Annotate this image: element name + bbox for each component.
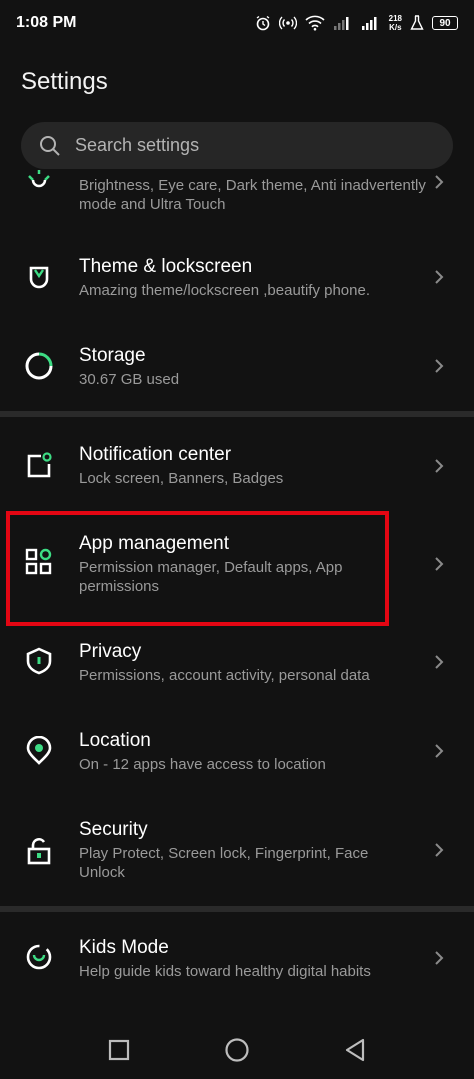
square-icon [108, 1039, 130, 1060]
settings-item-title: Security [79, 819, 148, 840]
settings-item-privacy[interactable]: Privacy Permissions, account activity, p… [0, 624, 474, 704]
back-button[interactable] [341, 1036, 369, 1064]
flask-icon [410, 15, 424, 30]
notification-icon [24, 451, 54, 481]
settings-item-subtitle: Amazing theme/lockscreen ,beautify phone… [79, 282, 370, 299]
section-divider [0, 411, 474, 417]
settings-item-title: Location [79, 730, 151, 751]
alarm-icon [256, 15, 270, 31]
settings-item-subtitle: Play Protect, Screen lock, Fingerprint, … [79, 845, 369, 881]
settings-item-subtitle: Permissions, account activity, personal … [79, 667, 370, 684]
chevron-right-icon [435, 359, 444, 373]
network-speed: 218 K/s [388, 14, 402, 32]
settings-item-notification-center[interactable]: Notification center Lock screen, Banners… [0, 427, 474, 507]
display-icon [24, 170, 54, 196]
location-icon [24, 736, 54, 766]
chevron-right-icon [435, 557, 444, 571]
section-divider [0, 906, 474, 912]
settings-item-title: App management [79, 533, 229, 554]
storage-icon [24, 351, 54, 381]
chevron-right-icon [435, 951, 444, 965]
triangle-back-icon [345, 1038, 365, 1061]
settings-item-subtitle: On - 12 apps have access to location [79, 756, 326, 773]
settings-item-storage[interactable]: Storage 30.67 GB used [0, 328, 474, 408]
chevron-right-icon [435, 175, 444, 189]
chevron-right-icon [435, 843, 444, 857]
settings-item-title: Privacy [79, 641, 142, 662]
kids-icon [24, 942, 54, 972]
settings-item-subtitle: Help guide kids toward healthy digital h… [79, 963, 371, 980]
page-title: Settings [21, 68, 108, 95]
shield-icon [24, 646, 54, 676]
apps-icon [24, 547, 54, 577]
settings-item-display[interactable]: Brightness, Eye care, Dark theme, Anti i… [0, 170, 474, 218]
settings-item-subtitle: Brightness, Eye care, Dark theme, Anti i… [79, 177, 426, 213]
battery-indicator: 90 [432, 16, 458, 30]
wifi-icon [305, 15, 325, 31]
hotspot-icon [278, 16, 297, 30]
lock-icon [24, 836, 54, 866]
settings-item-title: Theme & lockscreen [79, 256, 253, 277]
settings-item-subtitle: 30.67 GB used [79, 371, 180, 388]
theme-icon [24, 262, 54, 292]
settings-item-location[interactable]: Location On - 12 apps have access to loc… [0, 713, 474, 793]
settings-item-subtitle: Lock screen, Banners, Badges [79, 470, 284, 487]
settings-item-security[interactable]: Security Play Protect, Screen lock, Fing… [0, 802, 474, 900]
status-time: 1:08 PM [16, 14, 77, 31]
settings-item-title: Kids Mode [79, 937, 169, 958]
settings-item-theme[interactable]: Theme & lockscreen Amazing theme/lockscr… [0, 240, 474, 320]
status-icons: 218 K/s 90 [255, 14, 458, 32]
settings-item-subtitle: Permission manager, Default apps, App pe… [79, 559, 343, 595]
settings-item-title: Notification center [79, 444, 232, 465]
navigation-bar [0, 1020, 474, 1079]
search-icon [40, 135, 60, 156]
home-button[interactable] [223, 1036, 251, 1064]
search-placeholder: Search settings [75, 135, 200, 155]
signal-icon [333, 17, 349, 30]
settings-item-title: Storage [79, 345, 146, 366]
chevron-right-icon [435, 744, 444, 758]
chevron-right-icon [435, 270, 444, 284]
circle-icon [225, 1037, 249, 1062]
chevron-right-icon [435, 459, 444, 473]
settings-item-kids-mode[interactable]: Kids Mode Help guide kids toward healthy… [0, 920, 474, 1000]
settings-item-app-management[interactable]: App management Permission manager, Defau… [0, 516, 474, 620]
recents-button[interactable] [105, 1036, 133, 1064]
signal-icon [361, 17, 377, 30]
search-input[interactable]: Search settings [21, 122, 453, 169]
chevron-right-icon [435, 655, 444, 669]
status-bar: 1:08 PM 218 K/s 90 [0, 0, 474, 46]
